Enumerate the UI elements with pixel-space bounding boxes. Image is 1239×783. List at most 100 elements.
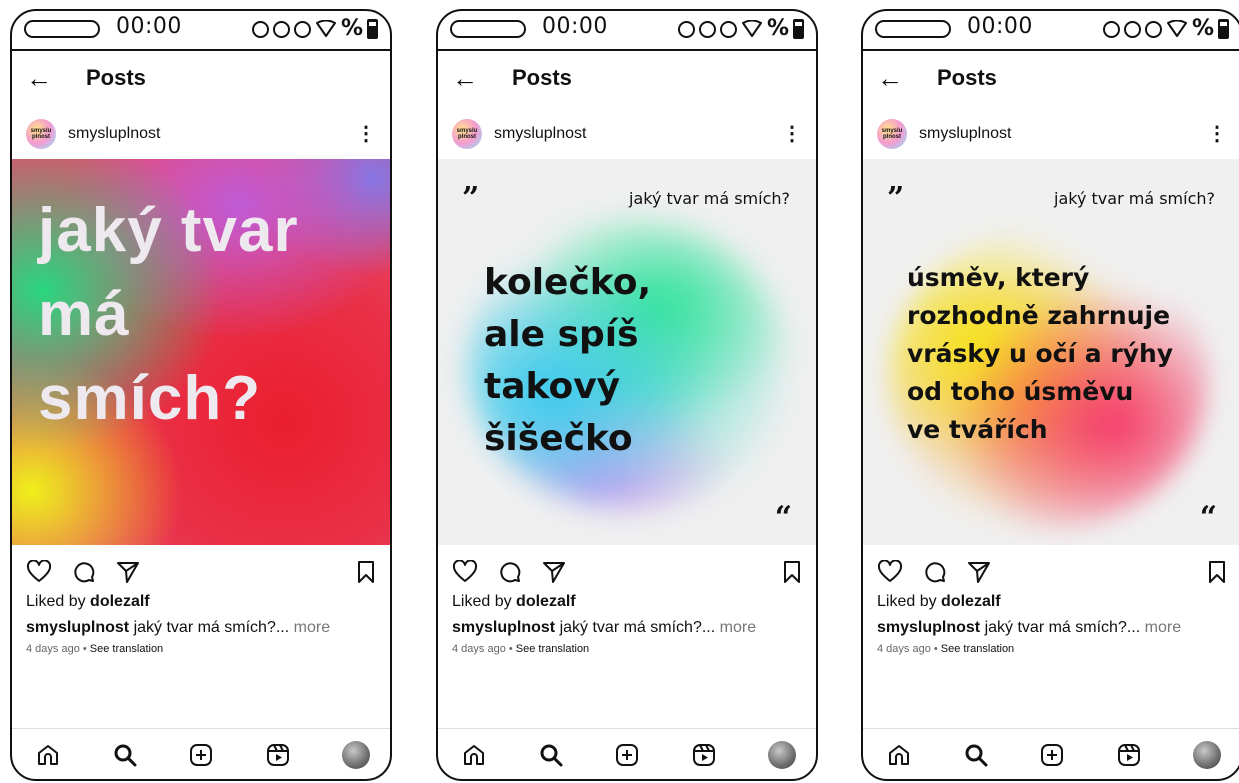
post-text-line: šišečko <box>484 418 633 459</box>
post-text-line: má <box>38 280 130 349</box>
reels-icon[interactable] <box>692 743 716 767</box>
heart-icon[interactable] <box>877 560 903 584</box>
battery-icon <box>367 19 378 39</box>
liked-by-label: Liked by <box>26 593 86 610</box>
author-avatar[interactable]: smyslu plnost <box>877 119 907 149</box>
post-text-line: ve tvářích <box>907 415 1048 444</box>
post-author-row: smyslu plnost smysluplnost ⋮ <box>452 119 802 149</box>
battery-icon <box>793 19 804 39</box>
status-dot-icon <box>251 20 269 38</box>
post-actions <box>877 557 1227 587</box>
caption-username[interactable]: smysluplnost <box>452 619 555 636</box>
author-avatar[interactable]: smyslu plnost <box>26 119 56 149</box>
bookmark-icon[interactable] <box>356 560 376 584</box>
phone-frame-3: 00:00 % ← Posts smyslu plnost smysluplno… <box>861 9 1239 781</box>
post-big-text: jaký tvar má smích? <box>38 189 299 441</box>
more-link[interactable]: more <box>289 619 330 636</box>
battery-percent-icon: % <box>1191 16 1214 41</box>
caption-username[interactable]: smysluplnost <box>877 619 980 636</box>
post-time-ago: 4 days ago <box>452 643 506 655</box>
see-translation-link[interactable]: See translation <box>941 643 1014 655</box>
open-quote-mark: ” <box>887 181 905 216</box>
bookmark-icon[interactable] <box>1207 560 1227 584</box>
post-text-line: jaký tvar <box>38 196 299 265</box>
close-quote-mark: “ <box>1199 500 1217 535</box>
search-icon[interactable] <box>539 743 563 767</box>
home-icon[interactable] <box>887 743 911 767</box>
back-arrow-icon[interactable]: ← <box>452 65 478 91</box>
post-text-line: kolečko, <box>484 262 652 303</box>
camera-pill <box>24 20 100 38</box>
caption-text: jaký tvar má smích?... <box>980 619 1141 636</box>
post-author-row: smyslu plnost smysluplnost ⋮ <box>877 119 1227 149</box>
search-icon[interactable] <box>113 743 137 767</box>
status-dot-icon <box>1123 20 1141 38</box>
liked-by-label: Liked by <box>877 593 937 610</box>
author-username[interactable]: smysluplnost <box>68 125 160 143</box>
likes-line: Liked by dolezalf <box>877 593 1001 611</box>
more-options-icon[interactable]: ⋮ <box>1207 124 1227 144</box>
post-time-ago: 4 days ago <box>26 643 80 655</box>
bottom-nav <box>438 728 816 779</box>
create-icon[interactable] <box>1040 743 1064 767</box>
more-options-icon[interactable]: ⋮ <box>782 124 802 144</box>
open-quote-mark: ” <box>462 181 480 216</box>
status-dot-icon <box>1144 20 1162 38</box>
comment-icon[interactable] <box>72 560 96 584</box>
battery-percent-icon: % <box>340 16 363 41</box>
home-icon[interactable] <box>36 743 60 767</box>
more-link[interactable]: more <box>715 619 756 636</box>
bookmark-icon[interactable] <box>782 560 802 584</box>
post-image[interactable]: jaký tvar má smích? <box>12 159 390 545</box>
share-icon[interactable] <box>116 560 140 584</box>
liked-user-link[interactable]: dolezalf <box>516 593 576 610</box>
profile-avatar[interactable] <box>768 741 796 769</box>
see-translation-link[interactable]: See translation <box>516 643 589 655</box>
more-options-icon[interactable]: ⋮ <box>356 124 376 144</box>
heart-icon[interactable] <box>26 560 52 584</box>
post-text-line: úsměv, který <box>907 263 1090 292</box>
back-arrow-icon[interactable]: ← <box>26 65 52 91</box>
comment-icon[interactable] <box>923 560 947 584</box>
wifi-icon <box>315 20 336 37</box>
wifi-icon <box>741 20 762 37</box>
post-image[interactable]: ” jaký tvar má smích? kolečko, ale spíš … <box>438 159 816 545</box>
status-time: 00:00 <box>967 14 1033 39</box>
more-link[interactable]: more <box>1140 619 1181 636</box>
status-dot-icon <box>719 20 737 38</box>
profile-avatar[interactable] <box>342 741 370 769</box>
post-question: jaký tvar má smích? <box>629 189 790 208</box>
share-icon[interactable] <box>542 560 566 584</box>
share-icon[interactable] <box>967 560 991 584</box>
post-text-line: ale spíš <box>484 314 639 355</box>
author-username[interactable]: smysluplnost <box>494 125 586 143</box>
reels-icon[interactable] <box>1117 743 1141 767</box>
home-icon[interactable] <box>462 743 486 767</box>
liked-user-link[interactable]: dolezalf <box>941 593 1001 610</box>
wifi-icon <box>1166 20 1187 37</box>
avatar-logo-text: smyslu plnost <box>456 128 478 140</box>
liked-by-label: Liked by <box>452 593 512 610</box>
caption-username[interactable]: smysluplnost <box>26 619 129 636</box>
create-icon[interactable] <box>189 743 213 767</box>
status-time: 00:00 <box>116 14 182 39</box>
post-image[interactable]: ” jaký tvar má smích? úsměv, který rozho… <box>863 159 1239 545</box>
comment-icon[interactable] <box>498 560 522 584</box>
reels-icon[interactable] <box>266 743 290 767</box>
liked-user-link[interactable]: dolezalf <box>90 593 150 610</box>
post-actions <box>452 557 802 587</box>
post-meta: 4 days ago • See translation <box>26 643 163 655</box>
page-header: ← Posts <box>877 63 997 93</box>
author-username[interactable]: smysluplnost <box>919 125 1011 143</box>
author-avatar[interactable]: smyslu plnost <box>452 119 482 149</box>
create-icon[interactable] <box>615 743 639 767</box>
post-author-row: smyslu plnost smysluplnost ⋮ <box>26 119 376 149</box>
post-question: jaký tvar má smích? <box>1054 189 1215 208</box>
search-icon[interactable] <box>964 743 988 767</box>
home-indicator <box>991 779 1111 781</box>
profile-avatar[interactable] <box>1193 741 1221 769</box>
back-arrow-icon[interactable]: ← <box>877 65 903 91</box>
see-translation-link[interactable]: See translation <box>90 643 163 655</box>
heart-icon[interactable] <box>452 560 478 584</box>
post-text-line: smích? <box>38 364 262 433</box>
